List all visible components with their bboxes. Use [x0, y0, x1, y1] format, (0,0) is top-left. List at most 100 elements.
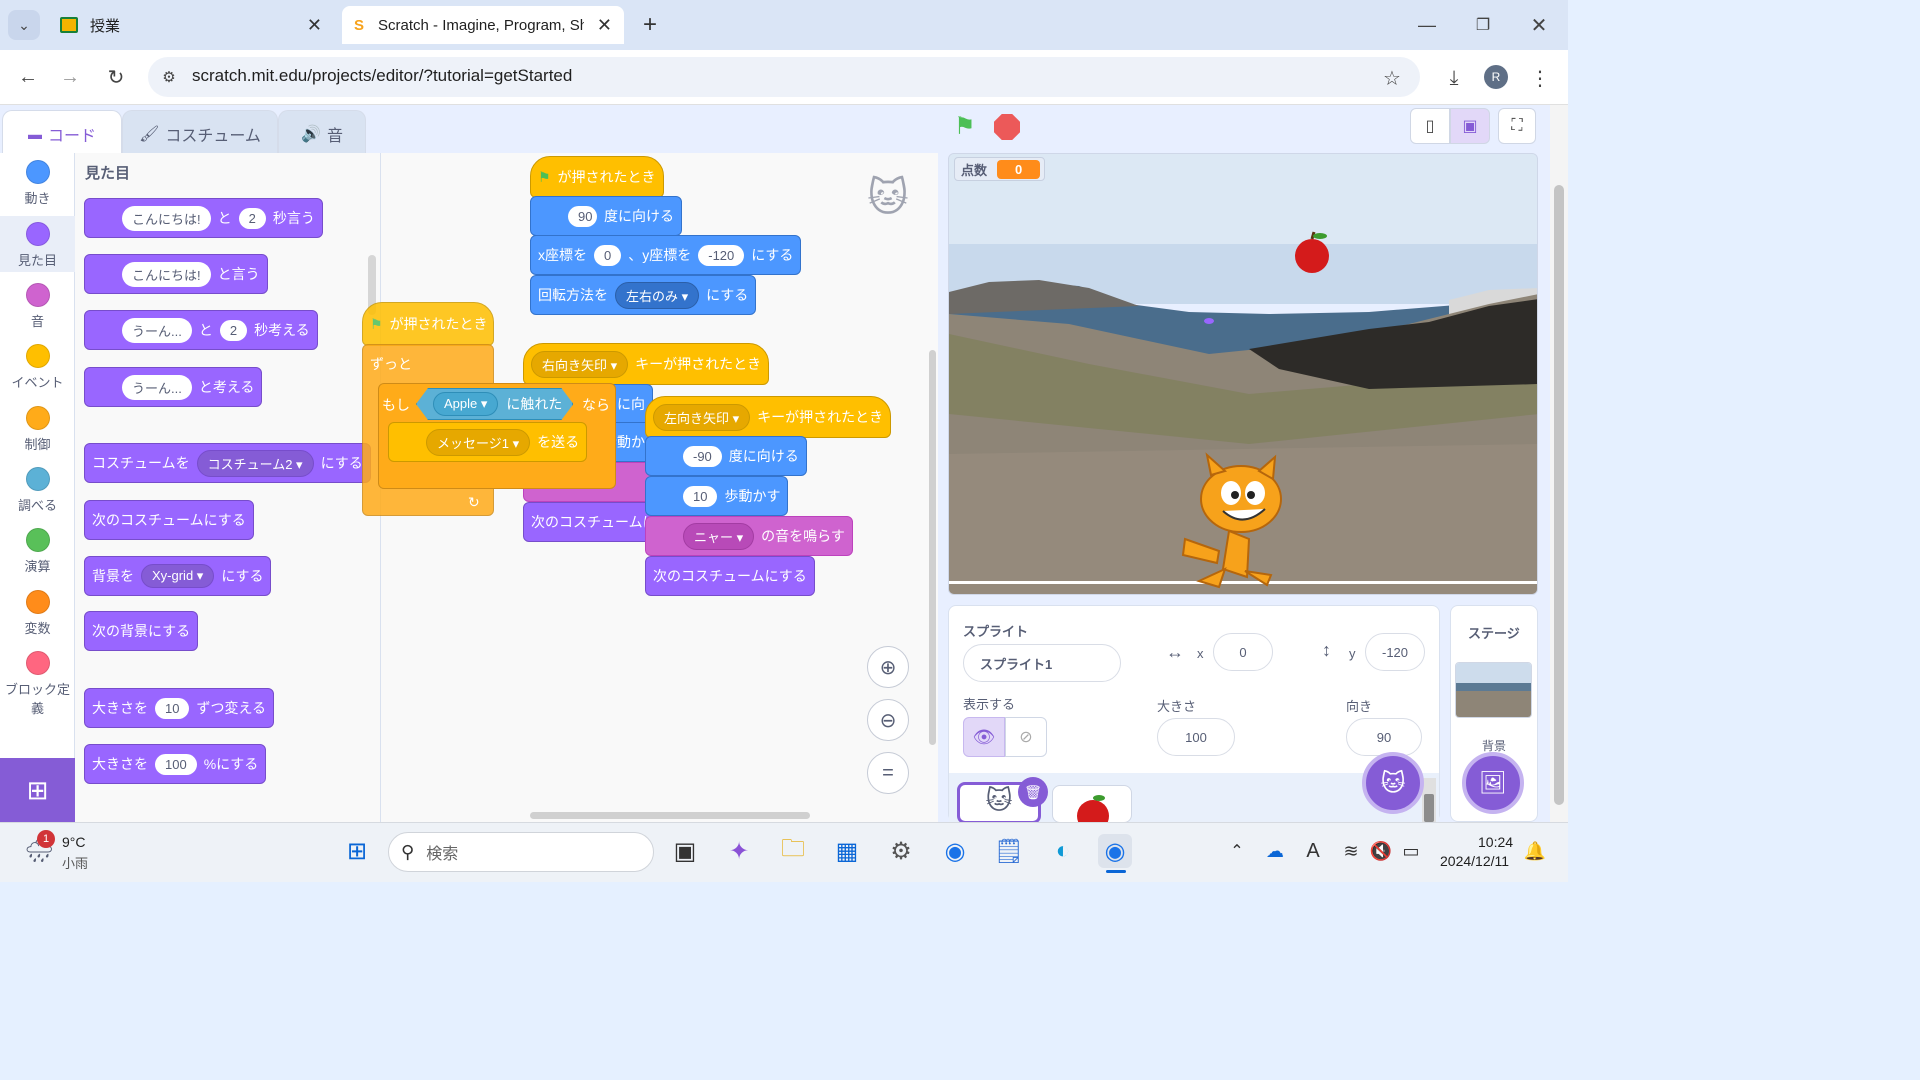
browser-tab-jugyo[interactable]: 授業 ✕ — [48, 6, 334, 44]
costume-dropdown[interactable]: コスチューム2 ▾ — [196, 449, 314, 477]
onedrive-icon[interactable]: ☁ — [1258, 834, 1292, 868]
block-think[interactable]: うーん... と考える — [84, 367, 263, 407]
block-input[interactable]: -120 — [698, 244, 745, 266]
block-input[interactable]: 2 — [219, 319, 248, 341]
next-costume-block[interactable]: 次のコスチュームにする — [645, 556, 815, 596]
window-close-button[interactable]: ✕ — [1524, 10, 1554, 40]
settings-gear-icon[interactable]: ⚙ — [884, 834, 918, 868]
block-next-backdrop[interactable]: 次の背景にする — [84, 611, 199, 651]
block-input[interactable]: -90 — [683, 445, 722, 467]
block-input[interactable]: 2 — [238, 207, 266, 229]
sprite-name-input[interactable]: スプライト1 — [963, 644, 1121, 682]
fullscreen-button[interactable]: ⛶ — [1498, 108, 1536, 144]
set-rotation-style-block[interactable]: 回転方法を 左右のみ ▾ にする — [530, 275, 757, 315]
site-info-button[interactable]: ⚙ — [156, 64, 182, 90]
store-icon[interactable]: ▦ — [830, 834, 864, 868]
wifi-icon[interactable]: ≋ — [1334, 834, 1368, 868]
script3-key-hat[interactable]: 右向き矢印 ▾ キーが押されたとき — [523, 343, 770, 385]
close-icon[interactable]: ✕ — [307, 15, 322, 36]
play-sound-block[interactable]: ニャー ▾ の音を鳴らす — [645, 516, 853, 556]
choose-backdrop-button[interactable]: 🖼 — [1462, 752, 1524, 814]
back-button[interactable]: ← — [14, 63, 42, 91]
block-input[interactable]: 10 — [683, 485, 718, 507]
block-input[interactable]: こんにちは! — [122, 261, 211, 287]
delete-sprite-button[interactable]: 🗑 — [1018, 777, 1048, 807]
category-sensing[interactable]: 調べる — [0, 467, 75, 514]
reload-button[interactable]: ↻ — [102, 63, 130, 91]
key-dropdown[interactable]: 左向き矢印 ▾ — [653, 403, 751, 431]
stop-button[interactable] — [994, 114, 1020, 140]
backdrop-thumbnail[interactable] — [1455, 662, 1532, 718]
sprite-x-input[interactable]: 0 — [1213, 633, 1273, 671]
clock-time[interactable]: 10:24 — [1478, 834, 1513, 850]
block-think-for-secs[interactable]: うーん... と 2 秒考える — [84, 310, 318, 350]
sprite-direction-input[interactable]: 90 — [1346, 718, 1422, 756]
point-in-direction-block[interactable]: -90 度に向ける — [645, 436, 807, 476]
block-input[interactable]: 90 — [568, 205, 597, 227]
move-steps-block[interactable]: 10 歩動かす — [645, 476, 789, 516]
start-button[interactable]: ⊞ — [340, 834, 374, 868]
edge-icon[interactable]: ◐ — [1046, 834, 1080, 868]
task-view-icon[interactable]: ▣ — [668, 834, 702, 868]
category-motion[interactable]: 動き — [0, 160, 75, 207]
add-extension-button[interactable]: ⊞ — [0, 758, 75, 822]
block-input[interactable]: 10 — [155, 697, 190, 719]
notification-bell-icon[interactable]: 🔔 — [1518, 834, 1552, 868]
category-variables[interactable]: 変数 — [0, 590, 75, 637]
block-change-size[interactable]: 大きさを 10 ずつ変える — [84, 688, 275, 728]
backdrop-dropdown[interactable]: Xy-grid ▾ — [141, 564, 215, 588]
category-sound[interactable]: 音 — [0, 283, 75, 330]
script3-next-costume-block[interactable]: 次のコスチュームに — [523, 502, 653, 542]
sprite-y-input[interactable]: -120 — [1365, 633, 1425, 671]
chevron-up-icon[interactable]: ⌃ — [1220, 834, 1254, 868]
ime-icon[interactable]: A — [1296, 834, 1330, 868]
forward-button[interactable]: → — [56, 63, 84, 91]
point-in-direction-block[interactable]: 90 度に向ける — [530, 196, 682, 236]
file-explorer-icon[interactable]: 🗀 — [776, 834, 810, 868]
tab-search-button[interactable]: ⌄ — [8, 10, 40, 40]
block-say[interactable]: こんにちは! と言う — [84, 254, 268, 294]
large-stage-button[interactable]: ▣ — [1450, 108, 1490, 144]
category-operators[interactable]: 演算 — [0, 528, 75, 575]
workspace-v-scrollbar[interactable] — [929, 350, 936, 745]
zoom-in-button[interactable]: ⊕ — [867, 646, 909, 688]
weather-temp[interactable]: 9°C — [62, 834, 86, 850]
bookmark-button[interactable]: ☆ — [1378, 64, 1406, 92]
script2-flag-hat[interactable]: ⚑ が押されたとき — [362, 302, 494, 346]
speaker-muted-icon[interactable]: 🔇 — [1364, 834, 1398, 868]
new-tab-button[interactable]: + — [636, 10, 664, 40]
battery-icon[interactable]: ▭ — [1394, 834, 1428, 868]
hide-sprite-button[interactable]: ⊘ — [1005, 717, 1047, 757]
goto-xy-block[interactable]: x座標を 0 、y座標を -120 にする — [530, 235, 802, 275]
copilot-icon[interactable]: ✦ — [722, 834, 756, 868]
url-text[interactable]: scratch.mit.edu/projects/editor/?tutoria… — [192, 66, 572, 86]
category-looks[interactable]: 見た目 — [0, 216, 75, 272]
profile-avatar[interactable]: R — [1484, 65, 1508, 89]
block-input[interactable]: 100 — [155, 753, 197, 775]
block-input[interactable]: こんにちは! — [122, 205, 211, 231]
touching-apple-block[interactable]: Apple ▾ に触れた — [416, 388, 573, 420]
notepad-icon[interactable]: 🗒 — [992, 834, 1026, 868]
block-input[interactable]: うーん... — [122, 317, 192, 343]
weather-desc[interactable]: 小雨 — [62, 853, 88, 872]
broadcast-block[interactable]: メッセージ1 ▾ を送る — [388, 422, 588, 462]
chrome-icon[interactable]: ◉ — [938, 834, 972, 868]
taskbar-search[interactable]: ⚲ 検索 — [388, 832, 654, 872]
block-input[interactable]: うーん... — [122, 374, 192, 400]
browser-tab-scratch[interactable]: S Scratch - Imagine, Program, Sha ✕ — [342, 6, 624, 44]
tab-costumes[interactable]: 🖌 コスチューム — [122, 110, 278, 156]
minimize-button[interactable]: — — [1412, 10, 1442, 40]
green-flag-button[interactable]: ⚑ — [954, 112, 982, 140]
tab-sounds[interactable]: 🔊 音 — [278, 110, 366, 156]
page-scrollbar[interactable] — [1550, 105, 1568, 822]
block-say-for-secs[interactable]: こんにちは! と 2 秒言う — [84, 198, 323, 238]
restore-button[interactable]: ❐ — [1468, 10, 1498, 40]
block-switch-costume[interactable]: コスチュームを コスチューム2 ▾ にする — [84, 443, 371, 483]
script4-key-hat[interactable]: 左向き矢印 ▾ キーが押されたとき — [645, 396, 892, 438]
sprite-thumb-apple[interactable] — [1052, 785, 1132, 823]
choose-sprite-button[interactable]: 🐱 — [1362, 752, 1424, 814]
sound-dropdown[interactable]: ニャー ▾ — [683, 522, 755, 550]
chrome-profile-icon[interactable]: ◉ — [1098, 834, 1132, 868]
show-sprite-button[interactable]: 👁 — [963, 717, 1005, 757]
tab-code[interactable]: ▬ コード — [2, 110, 122, 156]
